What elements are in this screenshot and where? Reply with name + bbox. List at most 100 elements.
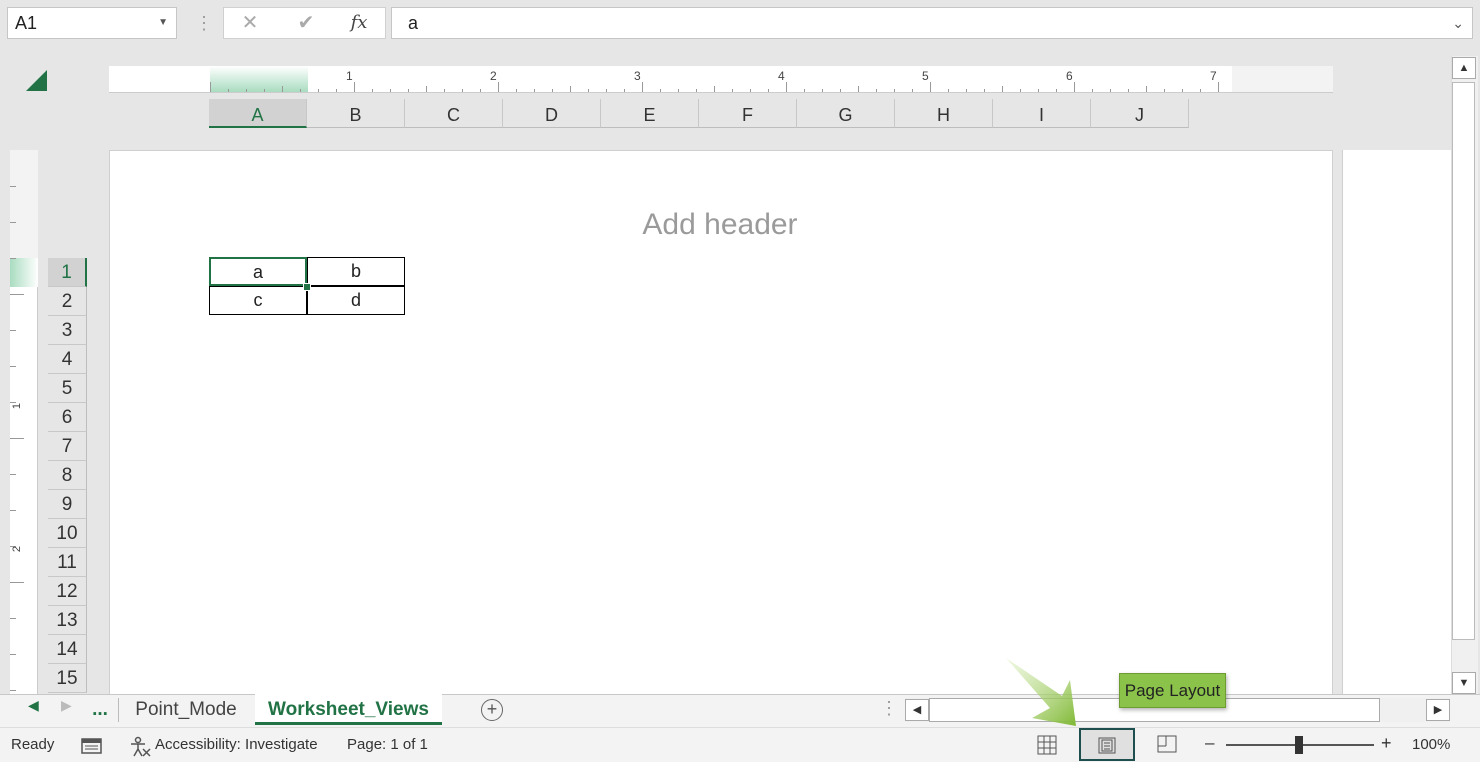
- vertical-ruler-number: 1: [11, 402, 24, 410]
- ruler-highlight: [210, 66, 308, 92]
- ruler-tick: [714, 86, 715, 92]
- row-header-2[interactable]: 2: [48, 287, 87, 316]
- row-header-15[interactable]: 15: [48, 664, 87, 693]
- row-header-4[interactable]: 4: [48, 345, 87, 374]
- row-header-7[interactable]: 7: [48, 432, 87, 461]
- ruler-tick: [1218, 82, 1219, 92]
- ruler-tick: [894, 89, 895, 92]
- ruler-tick: [606, 89, 607, 92]
- ruler-tick: [948, 89, 949, 92]
- column-header-f[interactable]: F: [699, 99, 797, 128]
- ruler-tick: [228, 89, 229, 92]
- ruler-tick: [660, 89, 661, 92]
- row-header-11[interactable]: 11: [48, 548, 87, 577]
- ruler-tick: [372, 89, 373, 92]
- next-sheet-icon[interactable]: ▶: [61, 697, 72, 714]
- cell-b2[interactable]: d: [307, 286, 405, 315]
- row-header-9[interactable]: 9: [48, 490, 87, 519]
- ruler-tick: [858, 86, 859, 92]
- scroll-up-icon[interactable]: ▲: [1452, 57, 1476, 79]
- ruler-number: 3: [634, 69, 641, 83]
- row-header-8[interactable]: 8: [48, 461, 87, 490]
- expand-formula-icon[interactable]: ⌄: [1452, 8, 1464, 38]
- ruler-tick: [318, 89, 319, 92]
- enter-icon[interactable]: ✔: [286, 8, 326, 38]
- zoom-level[interactable]: 100%: [1412, 736, 1450, 753]
- formula-value: a: [408, 13, 419, 33]
- row-header-14[interactable]: 14: [48, 635, 87, 664]
- ruler-number: 1: [346, 69, 353, 83]
- vertical-ruler-tick: [10, 438, 24, 439]
- macro-icon[interactable]: [81, 735, 103, 755]
- annotation-arrow-icon: [1006, 658, 1076, 726]
- ruler-tick: [1092, 89, 1093, 92]
- page-layout-view-button[interactable]: [1079, 728, 1135, 761]
- zoom-in-button[interactable]: +: [1381, 733, 1392, 754]
- scroll-right-icon[interactable]: ▶: [1426, 699, 1450, 721]
- cell-a2[interactable]: c: [209, 286, 307, 315]
- next-page-area[interactable]: [1342, 150, 1451, 695]
- formula-bar-grip-icon[interactable]: ⋮: [195, 12, 213, 34]
- ruler-tick: [1074, 82, 1075, 92]
- column-header-d[interactable]: D: [503, 99, 601, 128]
- select-all-button[interactable]: [26, 70, 47, 91]
- row-header-6[interactable]: 6: [48, 403, 87, 432]
- ruler-tick: [570, 86, 571, 92]
- scroll-down-icon[interactable]: ▼: [1452, 672, 1476, 694]
- column-header-c[interactable]: C: [405, 99, 503, 128]
- page-break-preview-icon[interactable]: [1157, 735, 1177, 755]
- column-header-h[interactable]: H: [895, 99, 993, 128]
- formula-input[interactable]: a ⌄: [391, 7, 1473, 39]
- normal-view-icon[interactable]: [1037, 735, 1057, 755]
- accessibility-status[interactable]: Accessibility: Investigate: [155, 736, 318, 753]
- ruler-tick: [1038, 89, 1039, 92]
- ruler-number: 5: [922, 69, 929, 83]
- tab-split-grip-icon[interactable]: ⋮: [880, 698, 898, 719]
- ruler-tick: [1164, 89, 1165, 92]
- vertical-ruler-tick: [10, 186, 16, 187]
- more-sheets-button[interactable]: ...: [88, 694, 112, 725]
- row-header-13[interactable]: 13: [48, 606, 87, 635]
- prev-sheet-icon[interactable]: ◀: [28, 697, 39, 714]
- column-header-b[interactable]: B: [307, 99, 405, 128]
- ruler-tick: [966, 89, 967, 92]
- add-header-placeholder[interactable]: Add header: [600, 208, 840, 242]
- ruler-tick: [786, 82, 787, 92]
- zoom-slider-thumb[interactable]: [1295, 736, 1303, 754]
- ruler-tick: [876, 89, 877, 92]
- ruler-tick: [1200, 89, 1201, 92]
- add-sheet-icon[interactable]: +: [481, 699, 503, 721]
- ruler-tick: [552, 89, 553, 92]
- fill-handle[interactable]: [303, 283, 311, 291]
- row-header-3[interactable]: 3: [48, 316, 87, 345]
- tab-worksheet-views[interactable]: Worksheet_Views: [255, 694, 442, 725]
- column-header-g[interactable]: G: [797, 99, 895, 128]
- accessibility-icon[interactable]: [128, 735, 152, 757]
- vertical-scroll-thumb[interactable]: [1452, 82, 1475, 640]
- row-header-5[interactable]: 5: [48, 374, 87, 403]
- column-header-e[interactable]: E: [601, 99, 699, 128]
- page-count: Page: 1 of 1: [347, 736, 428, 753]
- cell-a1[interactable]: a: [209, 257, 307, 286]
- name-box[interactable]: A1 ▼: [7, 7, 177, 39]
- cancel-icon[interactable]: ✕: [230, 8, 270, 38]
- ruler-tick: [282, 86, 283, 92]
- column-header-j[interactable]: J: [1091, 99, 1189, 128]
- row-header-10[interactable]: 10: [48, 519, 87, 548]
- vertical-ruler-tick: [10, 690, 16, 691]
- name-box-dropdown-icon[interactable]: ▼: [158, 8, 168, 38]
- vertical-ruler-tick: [10, 294, 24, 295]
- row-header-1[interactable]: 1: [48, 258, 87, 287]
- ruler-tick: [732, 89, 733, 92]
- ruler-tick: [642, 82, 643, 92]
- column-header-a[interactable]: A: [209, 99, 307, 128]
- row-header-12[interactable]: 12: [48, 577, 87, 606]
- scroll-left-icon[interactable]: ◀: [905, 699, 929, 721]
- function-icon[interactable]: fx: [339, 8, 379, 38]
- tab-point-mode[interactable]: Point_Mode: [120, 694, 252, 725]
- zoom-out-button[interactable]: –: [1205, 733, 1214, 753]
- ruler-tick: [300, 89, 301, 92]
- cell-b1[interactable]: b: [307, 257, 405, 286]
- ruler-tick: [516, 89, 517, 92]
- column-header-i[interactable]: I: [993, 99, 1091, 128]
